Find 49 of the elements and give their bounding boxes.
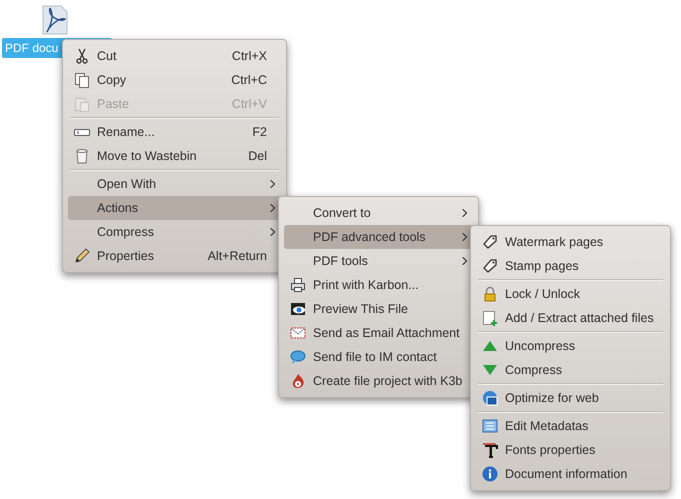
file-add-icon	[482, 310, 498, 326]
printer-icon	[290, 277, 306, 293]
info-icon	[482, 466, 498, 482]
menu-item[interactable]: Copy Ctrl+C	[68, 68, 281, 92]
pencil-icon	[74, 248, 90, 264]
globe-document-icon	[482, 390, 498, 406]
scissors-icon	[74, 48, 90, 64]
tag-icon	[482, 258, 498, 274]
copy-icon	[74, 72, 90, 88]
eye-icon	[290, 301, 306, 317]
shortcut-label: Ctrl+X	[232, 48, 268, 65]
shortcut-label: Alt+Return	[208, 248, 268, 265]
menu-item[interactable]: Send file to IM contact	[284, 345, 473, 369]
menu-item[interactable]: Document information	[476, 462, 665, 486]
menu-item[interactable]: Preview This File	[284, 297, 473, 321]
menu-item[interactable]: Stamp pages	[476, 254, 665, 278]
menu-item[interactable]: Add / Extract attached files	[476, 306, 665, 330]
menu-item[interactable]: Rename... F2	[68, 120, 281, 144]
menu-item[interactable]: Fonts properties	[476, 438, 665, 462]
menu-item[interactable]: Properties Alt+Return	[68, 244, 281, 268]
shortcut-label: Ctrl+C	[231, 72, 268, 89]
envelope-icon	[290, 325, 306, 341]
menu-item[interactable]: Open With	[68, 172, 281, 196]
pdf-file-icon[interactable]	[42, 5, 68, 35]
paste-icon	[74, 96, 90, 112]
menu-item[interactable]: Convert to	[284, 201, 473, 225]
menu-item[interactable]: Watermark pages	[476, 230, 665, 254]
shortcut-label: Del	[248, 148, 268, 165]
menu-item[interactable]: PDF tools	[284, 249, 473, 273]
menu-item[interactable]: PDF advanced tools	[284, 225, 473, 249]
menu-item[interactable]: Uncompress	[476, 334, 665, 358]
menu-item[interactable]: Send as Email Attachment	[284, 321, 473, 345]
padlock-icon	[482, 286, 498, 302]
menu-item[interactable]: Compress	[68, 220, 281, 244]
menu-item[interactable]: Optimize for web	[476, 386, 665, 410]
menu-item[interactable]: Create file project with K3b	[284, 369, 473, 393]
tag-icon	[482, 234, 498, 250]
menu-item[interactable]: Move to Wastebin Del	[68, 144, 281, 168]
speech-bubble-icon	[290, 349, 306, 365]
menu-item[interactable]: Lock / Unlock	[476, 282, 665, 306]
wastebin-icon	[74, 148, 90, 164]
menu-item[interactable]: Edit Metadatas	[476, 414, 665, 438]
shortcut-label: Ctrl+V	[232, 96, 268, 113]
font-icon	[482, 442, 498, 458]
menu-item[interactable]: Compress	[476, 358, 665, 382]
menu-item[interactable]: Print with Karbon...	[284, 273, 473, 297]
form-icon	[482, 418, 498, 434]
shortcut-label: F2	[252, 124, 268, 141]
menu-item[interactable]: Actions	[68, 196, 281, 220]
